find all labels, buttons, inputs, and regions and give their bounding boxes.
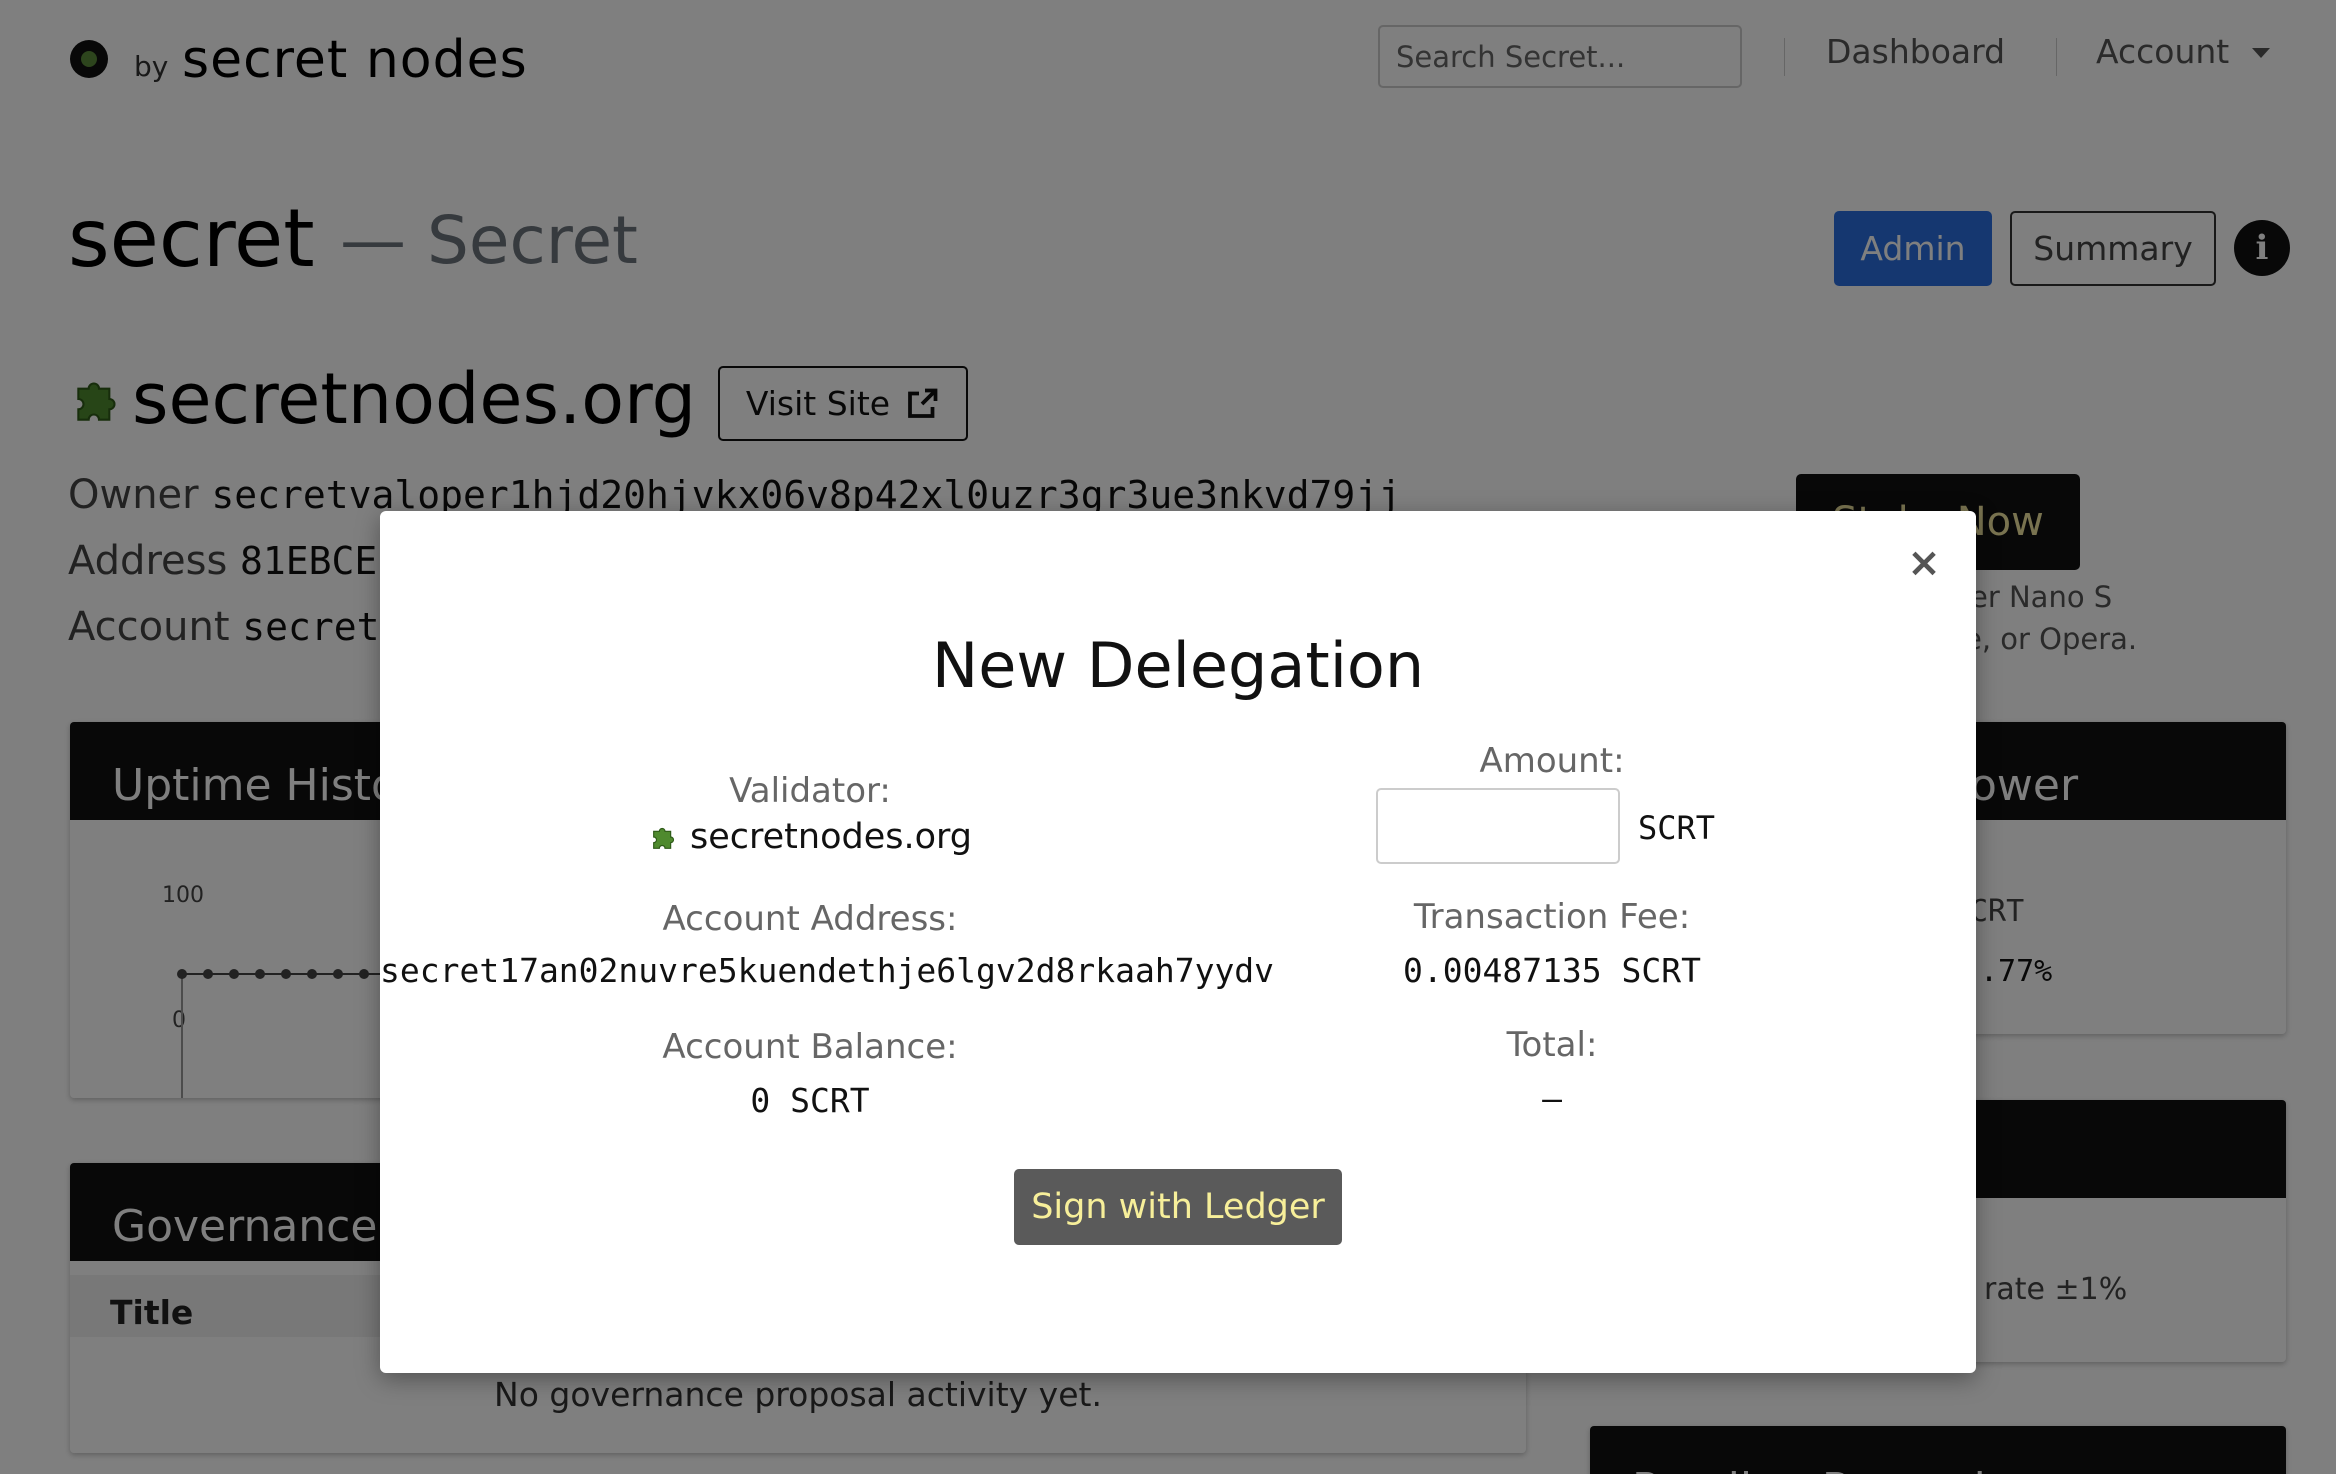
amount-unit: SCRT [1638, 809, 1716, 847]
validator-label: Validator: [729, 771, 891, 811]
account-balance-value: 0 SCRT [750, 1081, 870, 1120]
total-value: — [1542, 1079, 1562, 1118]
validator-value: secretnodes.org [690, 817, 972, 857]
modal-title: New Delegation [931, 629, 1425, 702]
transaction-fee-value: 0.00487135 SCRT [1402, 951, 1701, 990]
amount-input[interactable] [1376, 788, 1620, 864]
total-label: Total: [1506, 1025, 1598, 1065]
account-balance-label: Account Balance: [662, 1027, 958, 1067]
account-address-label: Account Address: [662, 899, 958, 939]
amount-label: Amount: [1479, 741, 1625, 781]
puzzle-icon [653, 828, 674, 849]
validator-value-row: secretnodes.org [380, 817, 1240, 857]
new-delegation-modal: × New Delegation Validator: secretnodes.… [380, 511, 1976, 1373]
transaction-fee-label: Transaction Fee: [1413, 897, 1691, 937]
close-icon[interactable]: × [1902, 541, 1946, 585]
sign-with-ledger-button[interactable]: Sign with Ledger [1014, 1169, 1342, 1245]
account-address-value: secret17an02nuvre5kuendethje6lgv2d8rkaah… [380, 951, 1275, 990]
